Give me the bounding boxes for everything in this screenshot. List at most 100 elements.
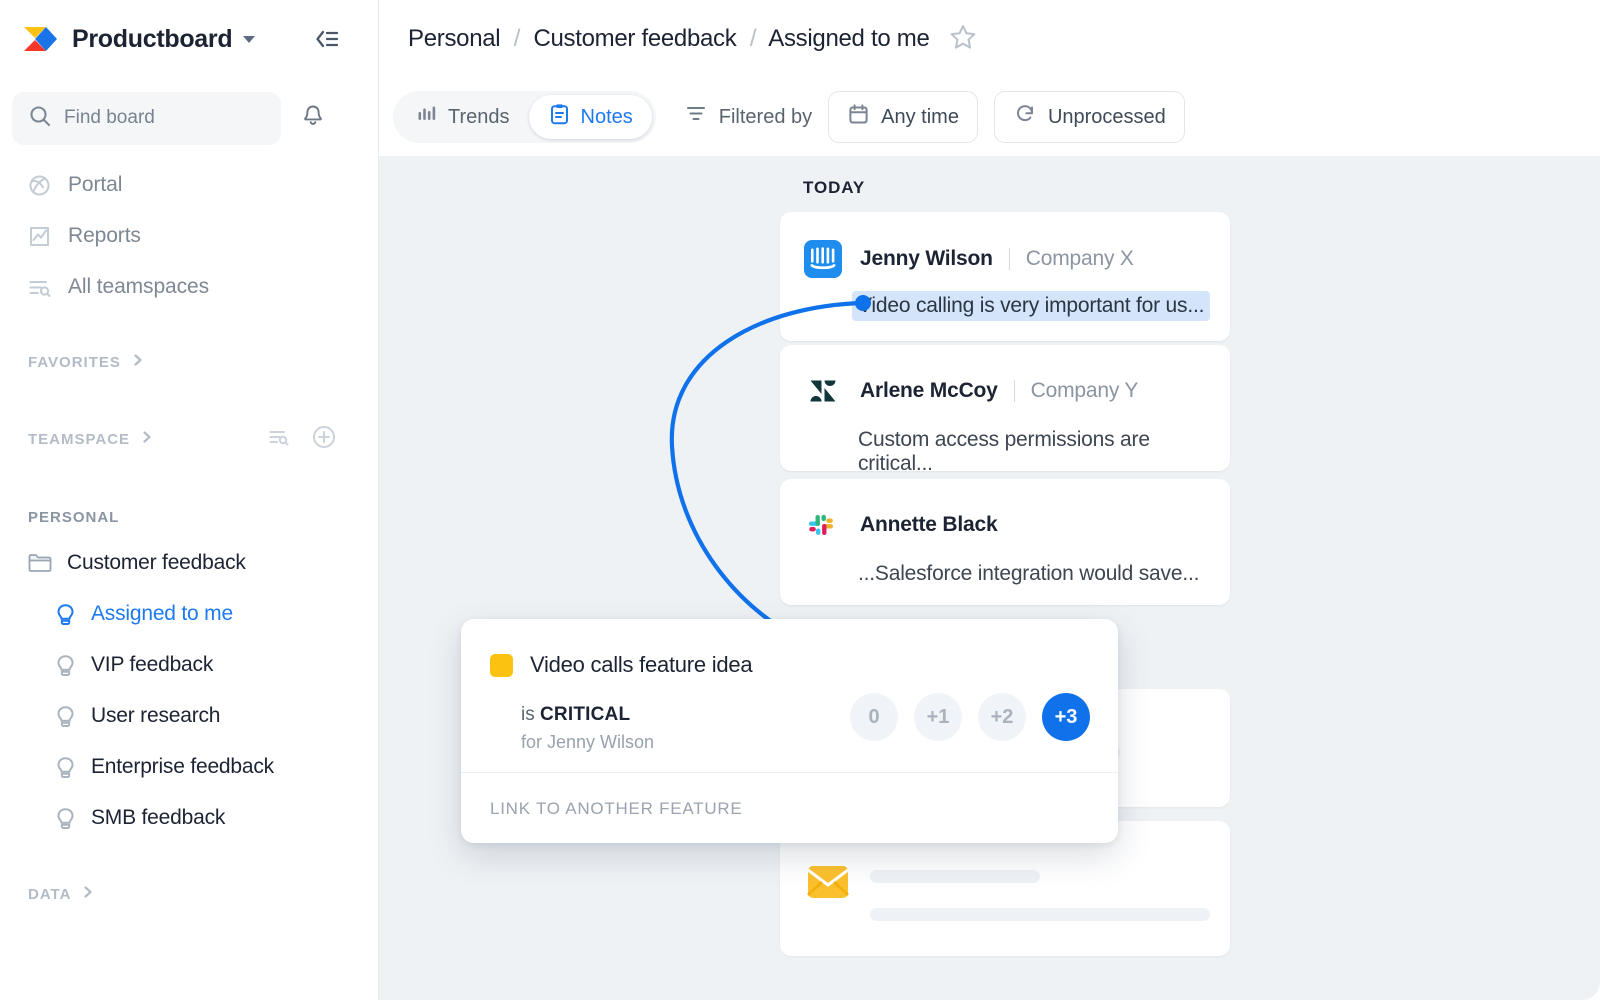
- sidebar-section-personal: PERSONAL: [0, 502, 379, 532]
- plus-circle-icon[interactable]: [311, 424, 337, 455]
- section-label: DATA: [28, 886, 71, 903]
- link-to-another-feature-button[interactable]: LINK TO ANOTHER FEATURE: [490, 799, 742, 819]
- sidebar-item-label: All teamspaces: [68, 275, 209, 299]
- tab-notes[interactable]: Notes: [529, 95, 652, 139]
- importance-prefix: is: [521, 704, 535, 725]
- refresh-icon: [1013, 102, 1037, 132]
- section-label: TEAMSPACE: [28, 431, 130, 448]
- tab-trends[interactable]: Trends: [397, 95, 529, 139]
- insight-bulb-icon: [52, 806, 78, 831]
- toolbar: Trends Notes: [379, 78, 1600, 156]
- chevron-right-icon: [140, 430, 154, 449]
- divider: [461, 772, 1118, 773]
- filter-search-icon[interactable]: [267, 425, 291, 454]
- sidebar-item-label: Assigned to me: [91, 602, 233, 626]
- folder-icon: [25, 549, 55, 577]
- note-snippet-highlight[interactable]: Video calling is very important for us..…: [852, 291, 1210, 321]
- note-company: Company Y: [1031, 379, 1139, 403]
- impact-score-0[interactable]: 0: [850, 693, 898, 741]
- insight-bulb-icon: [52, 755, 78, 780]
- insight-bulb-icon: [52, 704, 78, 729]
- reports-chart-icon: [25, 223, 53, 250]
- sidebar-item-enterprise-feedback[interactable]: Enterprise feedback: [0, 745, 379, 789]
- note-card-header: Annette Black: [780, 506, 1230, 544]
- feature-link-popup[interactable]: Video calls feature idea is CRITICAL for…: [461, 619, 1118, 843]
- intercom-icon: [804, 240, 842, 278]
- sidebar-item-smb-feedback[interactable]: SMB feedback: [0, 796, 379, 840]
- sidebar-item-label: Reports: [68, 224, 141, 248]
- main-panel: Personal / Customer feedback / Assigned …: [379, 0, 1600, 1000]
- filter-icon: [684, 102, 708, 132]
- any-time-button[interactable]: Any time: [828, 91, 978, 143]
- divider: [1014, 380, 1015, 402]
- unprocessed-label: Unprocessed: [1048, 106, 1166, 129]
- sidebar-item-reports[interactable]: Reports: [0, 214, 379, 258]
- chevron-down-icon[interactable]: [243, 36, 255, 43]
- impact-score-group: 0 +1 +2 +3: [850, 693, 1090, 741]
- sidebar-item-portal[interactable]: Portal: [0, 163, 379, 207]
- notes-clipboard-icon: [548, 103, 571, 132]
- envelope-icon: [807, 861, 849, 903]
- note-author-name: Annette Black: [860, 513, 997, 537]
- productboard-logo: [20, 19, 60, 59]
- sidebar-section-teamspace[interactable]: TEAMSPACE: [0, 424, 379, 454]
- popup-importance: is CRITICAL for Jenny Wilson: [521, 704, 654, 753]
- impact-score-2[interactable]: +2: [978, 693, 1026, 741]
- slack-icon: [804, 506, 842, 544]
- star-outline-icon[interactable]: [948, 22, 978, 57]
- feature-color-swatch: [490, 654, 513, 677]
- teamspace-actions: [267, 424, 337, 455]
- breadcrumb-item-customer-feedback[interactable]: Customer feedback: [533, 25, 736, 52]
- popup-title: Video calls feature idea: [530, 652, 752, 678]
- breadcrumb-item-assigned-to-me[interactable]: Assigned to me: [768, 25, 929, 52]
- note-card[interactable]: Arlene McCoy Company Y Custom access per…: [780, 345, 1230, 471]
- impact-score-3[interactable]: +3: [1042, 693, 1090, 741]
- insight-bulb-icon: [52, 602, 78, 627]
- sidebar-section-data[interactable]: DATA: [0, 879, 379, 909]
- breadcrumb-separator: /: [750, 25, 756, 52]
- view-tabs: Trends Notes: [393, 91, 656, 143]
- breadcrumb: Personal / Customer feedback / Assigned …: [408, 25, 930, 53]
- sidebar-section-favorites[interactable]: FAVORITES: [0, 347, 379, 377]
- note-author-name: Arlene McCoy: [860, 379, 998, 403]
- note-snippet[interactable]: Custom access permissions are critical..…: [858, 428, 1230, 476]
- unprocessed-button[interactable]: Unprocessed: [994, 91, 1185, 143]
- note-card[interactable]: Annette Black ...Salesforce integration …: [780, 479, 1230, 605]
- popup-for-label: for Jenny Wilson: [521, 732, 654, 753]
- search-input[interactable]: [64, 107, 309, 129]
- sidebar-search-row: [0, 90, 379, 146]
- sidebar-item-user-research[interactable]: User research: [0, 694, 379, 738]
- search-box[interactable]: [12, 92, 281, 145]
- sidebar-item-assigned-to-me[interactable]: Assigned to me: [0, 592, 379, 636]
- chevron-right-icon: [131, 353, 145, 372]
- sidebar-item-label: Enterprise feedback: [91, 755, 274, 779]
- teamspaces-search-icon: [25, 274, 53, 301]
- sidebar-item-vip-feedback[interactable]: VIP feedback: [0, 643, 379, 687]
- sidebar-item-label: SMB feedback: [91, 806, 225, 830]
- breadcrumb-item-personal[interactable]: Personal: [408, 25, 500, 52]
- sidebar-item-label: VIP feedback: [91, 653, 213, 677]
- importance-value: CRITICAL: [540, 704, 630, 725]
- sidebar-header: Productboard: [0, 0, 379, 78]
- sidebar-item-customer-feedback[interactable]: Customer feedback: [0, 541, 379, 585]
- sidebar-item-all-teamspaces[interactable]: All teamspaces: [0, 265, 379, 309]
- skeleton-line: [870, 908, 1210, 921]
- brand-name: Productboard: [72, 25, 232, 54]
- bell-icon[interactable]: [299, 102, 327, 135]
- portal-icon: [25, 172, 53, 199]
- search-icon: [28, 104, 52, 133]
- calendar-icon: [847, 103, 870, 132]
- filtered-by-button[interactable]: Filtered by: [684, 91, 812, 143]
- breadcrumb-separator: /: [514, 25, 520, 52]
- sidebar-item-label: User research: [91, 704, 220, 728]
- collapse-sidebar-icon[interactable]: [311, 24, 341, 54]
- productboard-app: Productboard: [0, 0, 1600, 1000]
- notes-canvas: TODAY: [379, 156, 1600, 1000]
- feed-group-label: TODAY: [803, 178, 865, 198]
- impact-score-1[interactable]: +1: [914, 693, 962, 741]
- note-snippet[interactable]: ...Salesforce integration would save...: [858, 562, 1230, 586]
- section-label: PERSONAL: [28, 509, 119, 526]
- breadcrumb-bar: Personal / Customer feedback / Assigned …: [379, 0, 1600, 78]
- popup-title-row: Video calls feature idea: [490, 652, 752, 678]
- note-card[interactable]: Jenny Wilson Company X Video calling is …: [780, 212, 1230, 341]
